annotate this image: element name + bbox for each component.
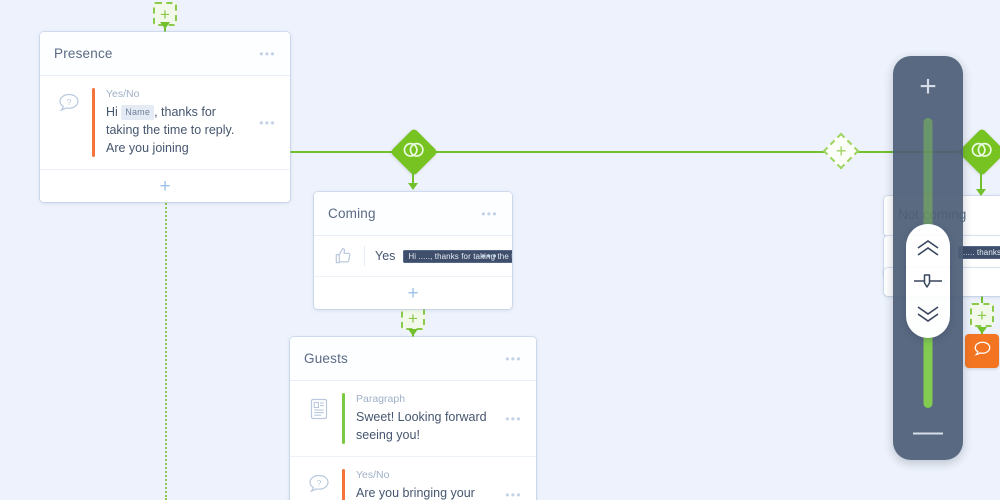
node-add-right[interactable]: +: [970, 303, 994, 327]
card-guests-yesno-menu-icon[interactable]: •••: [497, 489, 522, 500]
overlapping-circles-icon: [403, 142, 425, 163]
card-presence-header: Presence •••: [40, 32, 290, 76]
plus-icon: +: [977, 305, 987, 325]
card-guests-yesno-body: Yes/No Are you bringing your partner?: [356, 469, 497, 500]
card-coming-row-menu-icon[interactable]: •••: [473, 250, 498, 262]
card-coming-title: Coming: [328, 206, 376, 221]
node-add-line[interactable]: +: [822, 132, 860, 170]
row-accent-bar: [92, 88, 95, 158]
arrow-top-presence: [160, 22, 170, 29]
plus-icon: +: [160, 4, 170, 24]
card-coming-row[interactable]: Yes Hi ....., thanks for taking the ti •…: [314, 236, 512, 277]
row-answer-label: Yes: [375, 249, 396, 263]
double-chevron-up-icon[interactable]: [915, 239, 941, 259]
arrow-right-b: [977, 327, 987, 334]
svg-text:?: ?: [317, 478, 322, 488]
minus-icon: —: [913, 415, 943, 448]
zoom-panel[interactable]: + —: [893, 56, 963, 460]
double-chevron-down-icon[interactable]: [915, 303, 941, 323]
row-divider: [364, 246, 365, 266]
overlapping-circles-icon: [971, 142, 993, 163]
node-merge-left[interactable]: [389, 127, 439, 177]
question-bubble-icon: ?: [302, 469, 336, 495]
card-guests-row-paragraph[interactable]: Paragraph Sweet! Looking forward seeing …: [290, 381, 536, 458]
row-text-before: Hi: [106, 105, 122, 119]
plus-icon: +: [159, 175, 171, 197]
row-accent-bar: [342, 393, 345, 445]
card-guests-paragraph-menu-icon[interactable]: •••: [497, 413, 522, 425]
card-presence-row[interactable]: ? Yes/No Hi Name, thanks for taking the …: [40, 76, 290, 171]
paragraph-icon: [302, 393, 336, 421]
card-guests-header: Guests •••: [290, 337, 536, 381]
slider-handle-icon[interactable]: [912, 273, 944, 289]
row-text: Hi Name, thanks for taking the time to r…: [106, 103, 251, 157]
card-guests-paragraph-body: Paragraph Sweet! Looking forward seeing …: [356, 393, 497, 444]
arrow-merge-coming: [408, 183, 418, 190]
card-coming-row-body: Yes Hi ....., thanks for taking the ti: [375, 249, 512, 263]
card-coming-header: Coming •••: [314, 192, 512, 236]
row-kind-label: Yes/No: [106, 88, 140, 100]
speech-bubble-icon: [973, 340, 992, 362]
edge-presence-down: [165, 168, 167, 500]
row-text: Are you bringing your partner?: [356, 486, 475, 500]
zoom-slider-handle-group[interactable]: [906, 224, 950, 338]
card-presence-row-menu-icon[interactable]: •••: [251, 117, 276, 129]
card-coming-menu-icon[interactable]: •••: [481, 208, 498, 220]
tile-chat-block[interactable]: [965, 334, 999, 368]
plus-icon: +: [835, 140, 847, 161]
row-accent-bar: [342, 469, 345, 500]
card-coming[interactable]: Coming ••• Yes Hi ....., thanks for taki…: [314, 192, 512, 309]
card-presence-row-body: Yes/No Hi Name, thanks for taking the ti…: [106, 88, 251, 157]
row-text: Sweet! Looking forward seeing you!: [356, 410, 487, 443]
card-presence[interactable]: Presence ••• ? Yes/No Hi Name, thanks fo…: [40, 32, 290, 203]
card-guests[interactable]: Guests ••• Paragraph Sweet! Looking forw…: [290, 337, 536, 500]
card-presence-title: Presence: [54, 46, 113, 61]
flow-canvas[interactable]: + + + + ..... thanks Presence ••• ? Yes/…: [0, 0, 1000, 500]
zoom-in-button[interactable]: +: [893, 56, 963, 118]
node-add-coming-guests[interactable]: +: [401, 306, 425, 330]
node-merge-right[interactable]: [957, 127, 1000, 177]
card-presence-menu-icon[interactable]: •••: [259, 48, 276, 60]
not-coming-badge: ..... thanks for taki: [958, 246, 1000, 259]
zoom-out-button[interactable]: —: [893, 404, 963, 460]
variable-chip[interactable]: Name: [121, 105, 155, 121]
card-guests-row-yesno[interactable]: ? Yes/No Are you bringing your partner? …: [290, 457, 536, 500]
question-bubble-icon: ?: [52, 88, 86, 114]
card-coming-add-button[interactable]: +: [314, 277, 512, 309]
row-kind-label: Paragraph: [356, 393, 406, 405]
card-guests-title: Guests: [304, 351, 348, 366]
plus-icon: +: [919, 70, 937, 103]
arrow-merge-right-down: [976, 189, 986, 196]
card-presence-add-button[interactable]: +: [40, 170, 290, 203]
plus-icon: +: [407, 282, 419, 304]
thumbs-up-icon: [326, 246, 360, 266]
arrow-coming-guests: [408, 329, 418, 336]
card-guests-menu-icon[interactable]: •••: [505, 353, 522, 365]
row-kind-label: Yes/No: [356, 469, 390, 482]
svg-text:?: ?: [67, 97, 72, 107]
plus-icon: +: [408, 308, 418, 328]
